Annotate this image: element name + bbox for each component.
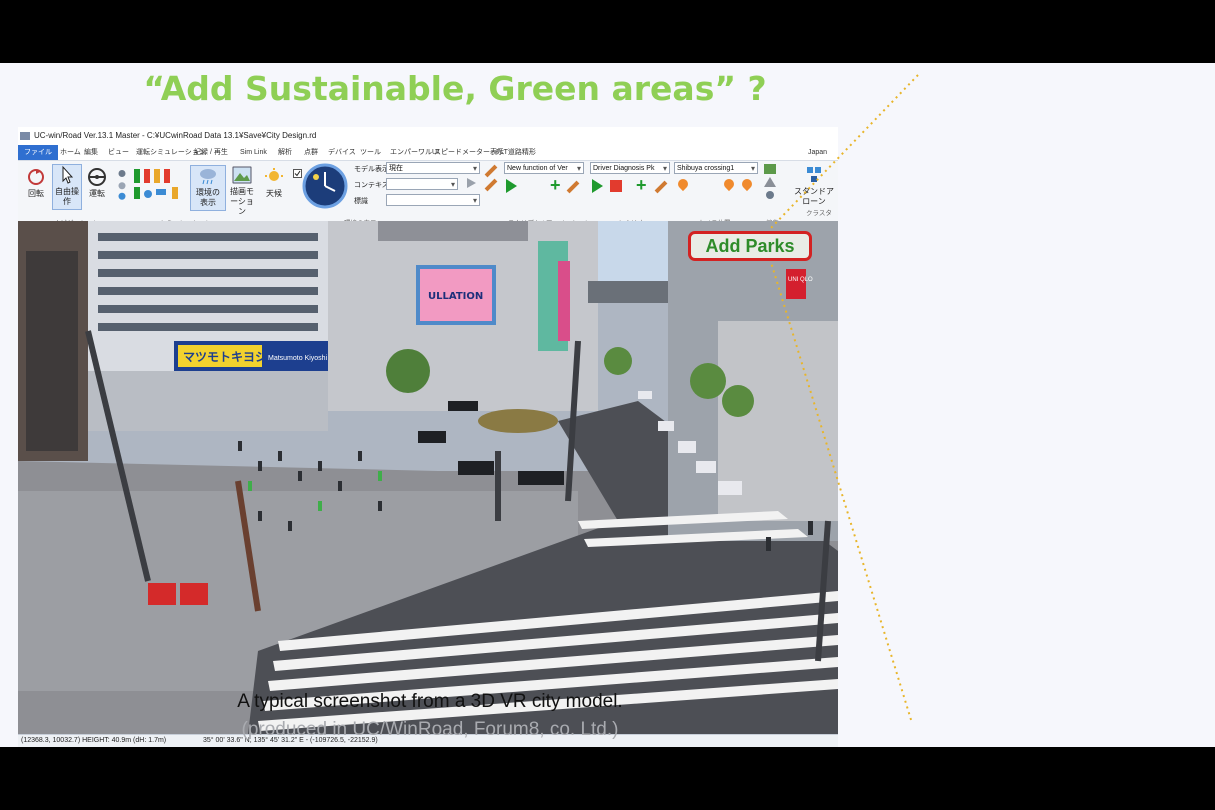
sim-settings-button[interactable] [114,165,130,206]
tab-file[interactable]: ファイル [18,145,58,160]
tab-flt[interactable]: FLT道路精形 [496,145,536,160]
environment-display-button[interactable]: 環境の 表示 [190,165,226,211]
ribbon-tabs: ファイル ホーム 編集 ビュー 運転シミュレーション 記録 / 再生 Sim L… [18,145,838,161]
tab-simlink[interactable]: Sim Link [240,145,267,160]
env-checkbox[interactable] [292,169,302,181]
store-sign-en: Matsumoto Kiyoshi [268,355,328,362]
clock-compass-button[interactable] [302,163,348,209]
map-pin-icon[interactable] [675,176,691,192]
drive-button[interactable]: 運転 [84,167,110,199]
billboard-text: ULLATION [428,291,483,302]
cursor-icon [62,165,74,184]
edit-tool-button[interactable] [762,163,778,204]
tab-home[interactable]: ホーム [60,145,81,160]
gear-icon [118,170,126,200]
tab-record[interactable]: 記録 / 再生 [194,145,228,160]
terrain-icon [764,164,776,199]
render-motion-button[interactable]: 描画モ ーション [228,165,256,217]
environment-display-label-2: 表示 [200,198,216,207]
uniqlo-sign: UNI QLO [788,277,813,283]
script-select[interactable]: New function of Ver [504,162,584,175]
render-motion-label-2: ーション [230,197,254,216]
tab-device[interactable]: デバイス [328,145,356,160]
traffic-signal-icon [134,169,178,199]
drive-label: 運転 [89,189,105,198]
marker-label: 標識 [354,198,368,205]
add-parks-callout: Add Parks [688,231,812,261]
standalone-label: スタンドアローン [794,187,834,206]
rotate-icon [28,169,44,185]
camera-pin-icon[interactable] [721,176,737,192]
window-title: UC-win/Road Ver.13.1 Master - C:¥UCwinRo… [34,131,317,140]
store-sign: マツモトキヨシ [183,350,267,364]
free-operation-button[interactable]: 自由操 作 [52,164,82,210]
free-operation-label-1: 自由操 [55,187,79,196]
landscape-icon [232,166,252,184]
tab-ui[interactable]: エンパーワルUI [390,145,439,160]
city-scene: マツモトキヨシ Matsumoto Kiyoshi ULLATION UNI Q… [18,221,838,734]
context-apply-button[interactable] [464,177,478,192]
standalone-button[interactable]: スタンドアローン [792,165,836,207]
environment-display-label-1: 環境の [196,188,220,197]
sun-icon [265,168,283,181]
model-display-label: モデル表示 [354,166,389,173]
scenario-edit-icon[interactable] [654,180,668,194]
tab-speedometer[interactable]: スピードメーター表示 [434,145,504,160]
model-display-select[interactable]: 現在 [386,162,480,175]
pencil-icon [484,164,498,178]
rotate-button[interactable]: 回転 [22,167,50,199]
scenario-select[interactable]: Driver Diagnosis Pk [590,162,670,175]
ribbon: 回転 自由操 作 運転 環境の 表示 描画モ ーション 天候 モデル表示 現在 … [18,161,838,230]
3d-viewport[interactable]: マツモトキヨシ Matsumoto Kiyoshi ULLATION UNI Q… [18,221,838,734]
marker-select[interactable] [386,194,480,207]
tab-view[interactable]: ビュー [108,145,129,160]
app-icon [20,131,30,140]
script-add-icon[interactable]: + [550,176,561,194]
app-window: UC-win/Road Ver.13.1 Master - C:¥UCwinRo… [18,127,838,747]
weather-button[interactable]: 天候 [262,167,286,199]
tab-pointcloud[interactable]: 点群 [304,145,318,160]
scenario-play-icon[interactable] [592,179,603,193]
script-edit-icon[interactable] [566,180,580,194]
weather-label: 天候 [266,189,282,198]
cluster-icon [807,167,821,182]
clock-icon [302,163,348,209]
slide-title: “Add Sustainable, Green areas” ? [143,69,767,108]
scenario-add-icon[interactable]: + [636,176,647,194]
window-title-bar: UC-win/Road Ver.13.1 Master - C:¥UCwinRo… [18,127,838,145]
tab-edit[interactable]: 編集 [84,145,98,160]
camera-select[interactable]: Shibuya crossing1 [674,162,758,175]
slide-caption-source: (produced in UC/WinRoad, Forum8, co. Ltd… [241,719,619,740]
steering-wheel-icon [88,168,106,186]
free-operation-label-2: 作 [63,197,71,206]
camera-pin-add-icon[interactable] [739,176,755,192]
scenario-stop-icon[interactable] [610,180,622,192]
tab-analysis[interactable]: 解析 [278,145,292,160]
slide: “Add Sustainable, Green areas” ? UC-win/… [0,63,1215,747]
rotate-label: 回転 [28,189,44,198]
pencil-icon [484,178,498,192]
slide-caption: A typical screenshot from a 3D VR city m… [237,691,623,712]
region-label: Japan [808,149,828,156]
script-play-icon[interactable] [506,179,517,193]
checkbox-icon [292,169,302,178]
context-select[interactable] [386,178,458,191]
play-grey-icon [467,178,476,188]
traffic-signals-button[interactable] [132,167,188,203]
render-motion-label-1: 描画モ [230,187,254,196]
rain-cloud-icon [200,169,216,185]
tab-tools[interactable]: ツール [360,145,381,160]
